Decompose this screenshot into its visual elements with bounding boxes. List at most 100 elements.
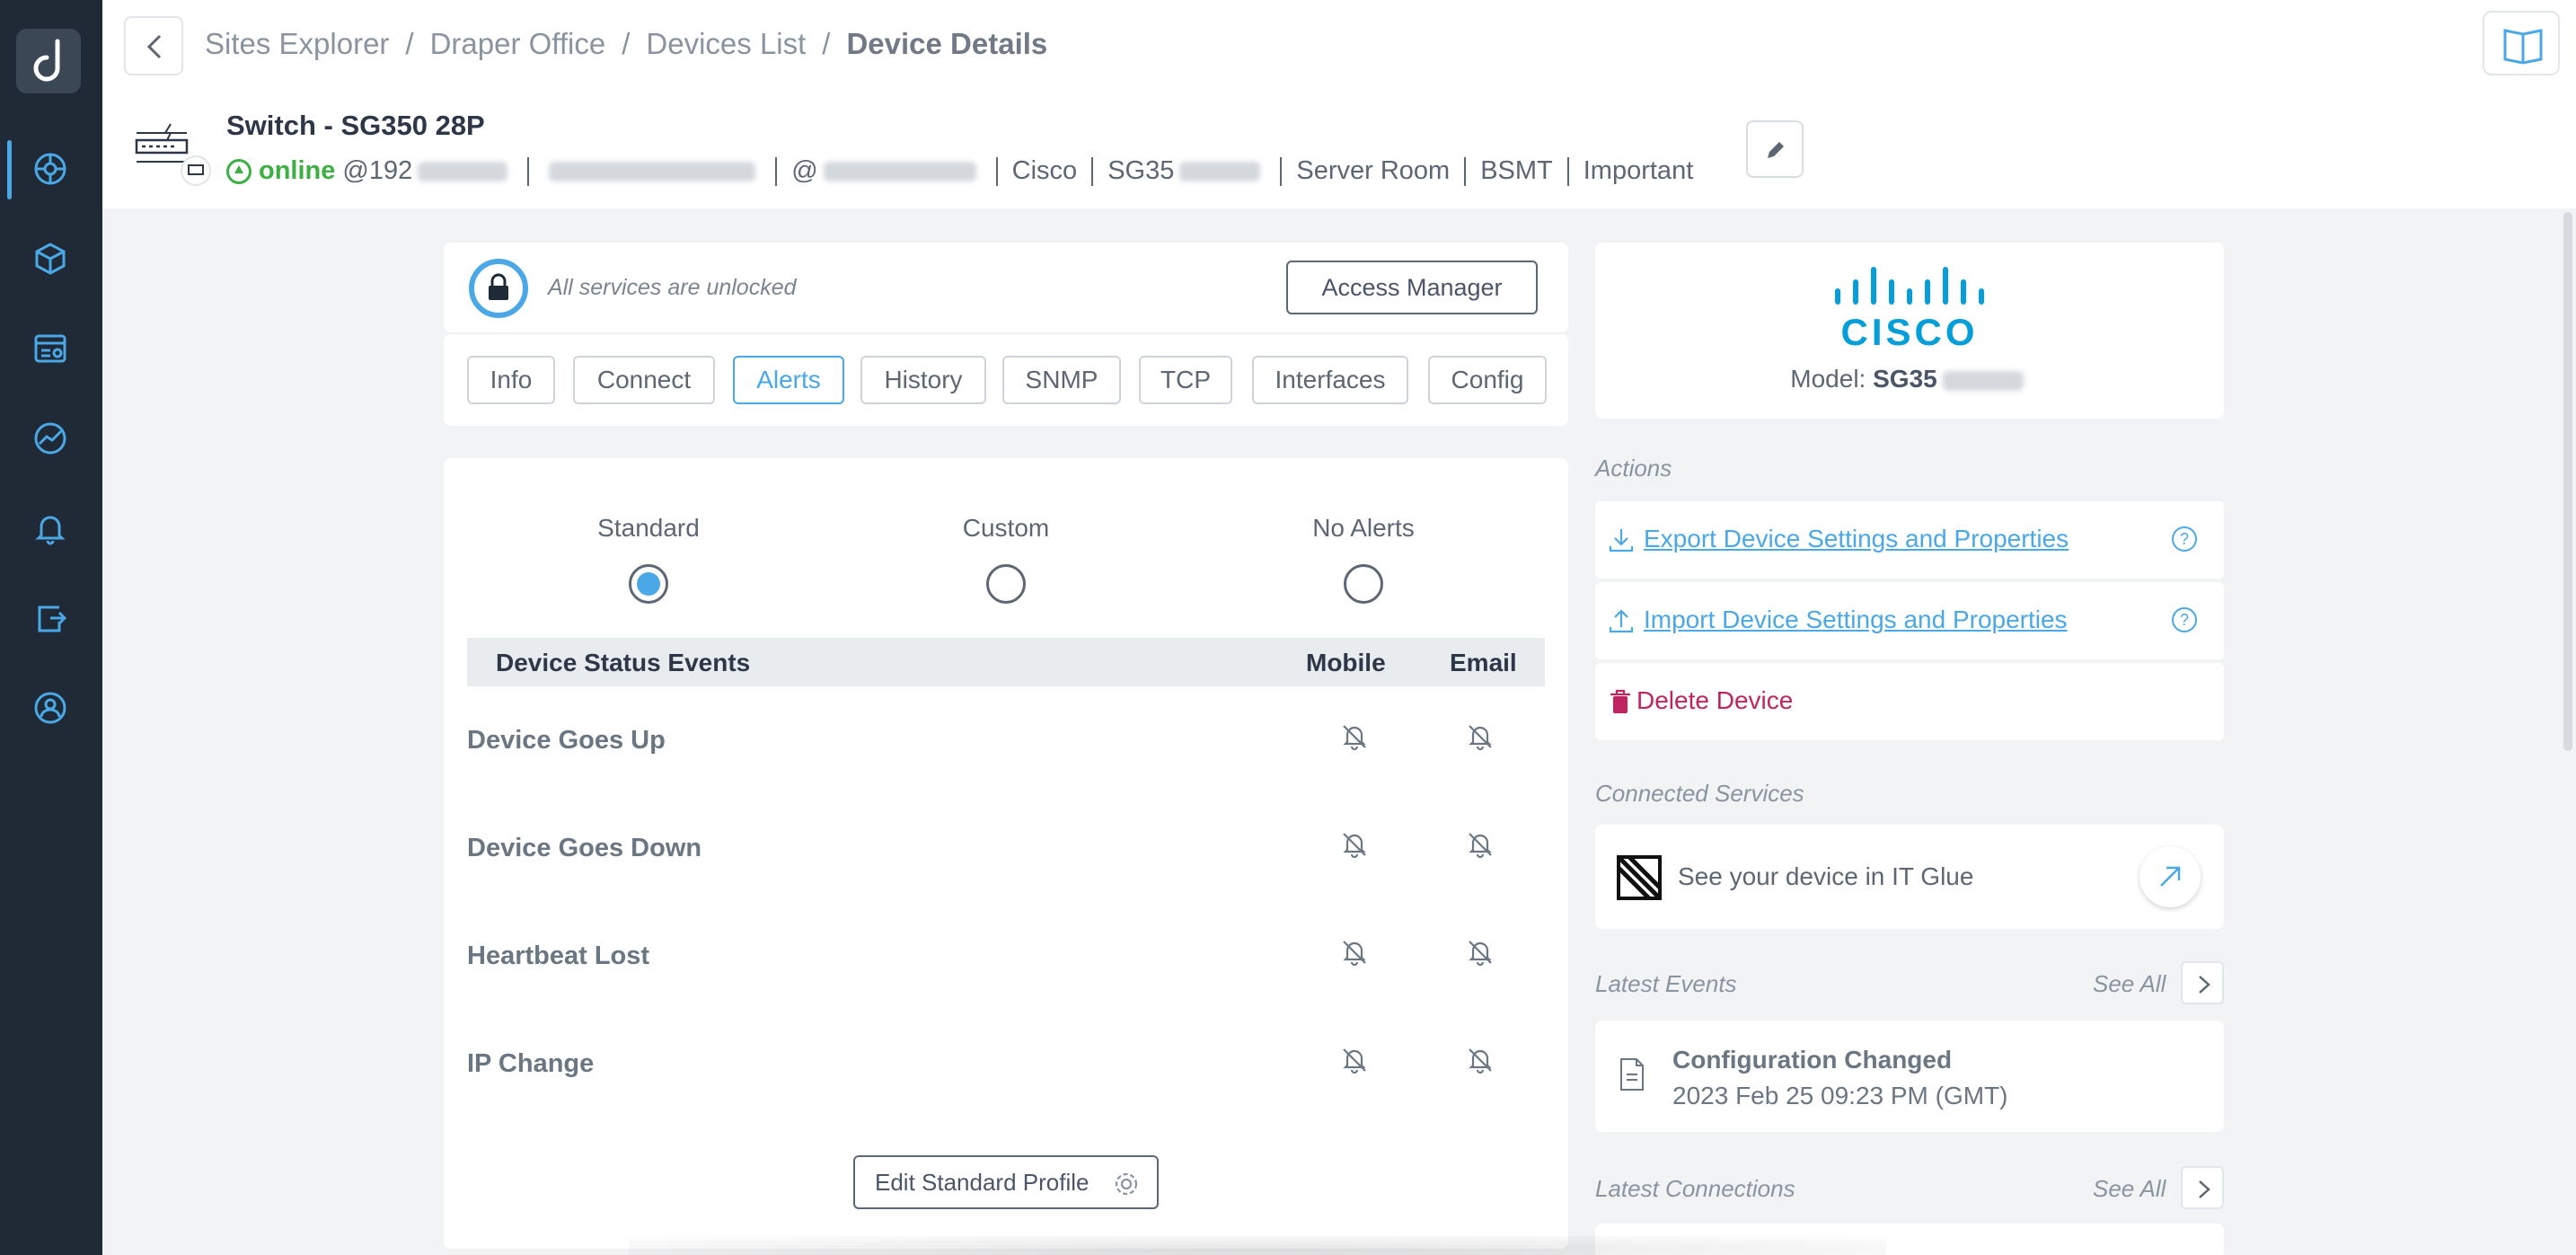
alerts-panel: Standard Custom No Alerts Device Status … xyxy=(444,458,1568,1249)
breadcrumb-devices-list[interactable]: Devices List xyxy=(646,27,806,60)
latest-events-title: Latest Events xyxy=(1595,970,1737,997)
meta-divider xyxy=(1280,156,1283,186)
meta-divider xyxy=(775,156,778,186)
export-settings-link[interactable]: Export Device Settings and Properties xyxy=(1644,525,2069,553)
tab-info[interactable]: Info xyxy=(467,356,555,404)
itglue-card[interactable]: See your device in IT Glue xyxy=(1595,825,2224,929)
gear-icon xyxy=(1115,1172,1138,1196)
nav-cube-icon[interactable] xyxy=(0,221,102,311)
device-vendor: Cisco xyxy=(1011,156,1078,185)
profile-standard-radio[interactable] xyxy=(629,564,668,604)
tab-interfaces[interactable]: Interfaces xyxy=(1252,356,1408,404)
edit-device-button[interactable] xyxy=(1746,120,1804,178)
nav-export-icon[interactable] xyxy=(0,580,102,670)
email-bell-off-icon[interactable] xyxy=(1466,1046,1495,1074)
email-bell-off-icon[interactable] xyxy=(1466,722,1495,751)
breadcrumb-separator: / xyxy=(622,27,631,60)
edit-standard-profile-button[interactable]: Edit Standard Profile xyxy=(853,1155,1159,1209)
lock-icon xyxy=(489,273,508,300)
cisco-logo: CISCO xyxy=(1835,267,1984,350)
breadcrumb-separator: / xyxy=(405,27,414,60)
mobile-bell-off-icon[interactable] xyxy=(1340,722,1369,751)
mobile-bell-off-icon[interactable] xyxy=(1340,1046,1369,1074)
chevron-right-icon xyxy=(2199,976,2210,994)
connections-next-button[interactable] xyxy=(2181,1166,2224,1209)
back-button[interactable] xyxy=(124,16,183,75)
tab-config[interactable]: Config xyxy=(1428,356,1547,404)
help-icon[interactable]: ? xyxy=(2172,607,2197,632)
nav-account-icon[interactable] xyxy=(0,670,102,760)
redacted-mac xyxy=(549,161,756,181)
device-floor: BSMT xyxy=(1480,156,1553,185)
device-title: Switch - SG350 28P xyxy=(226,110,485,141)
cisco-logo-text: CISCO xyxy=(1840,311,1978,350)
breadcrumb-sites-explorer[interactable]: Sites Explorer xyxy=(205,27,389,60)
connections-see-all-link[interactable]: See All xyxy=(2093,1175,2166,1203)
delete-device-row: Delete Device xyxy=(1595,663,2224,740)
nav-monitor-icon[interactable] xyxy=(0,401,102,491)
top-header: Sites Explorer / Draper Office / Devices Lis… xyxy=(102,0,2576,208)
table-row-label: Heartbeat Lost xyxy=(467,941,650,970)
table-row-label: Device Goes Down xyxy=(467,834,702,862)
breadcrumb-separator: / xyxy=(822,27,831,60)
tab-history[interactable]: History xyxy=(860,356,986,404)
left-nav xyxy=(0,0,102,1255)
page-scrollbar[interactable] xyxy=(2563,212,2572,751)
profile-custom-label: Custom xyxy=(962,514,1050,542)
book-icon xyxy=(2503,29,2543,65)
export-settings-row: Export Device Settings and Properties ? xyxy=(1595,501,2224,579)
itglue-text: See your device in IT Glue xyxy=(1678,862,1974,890)
vendor-card: CISCO Model: SG35 xyxy=(1595,243,2224,419)
download-icon xyxy=(1609,529,1634,552)
events-see-all-link[interactable]: See All xyxy=(2093,970,2166,998)
email-bell-off-icon[interactable] xyxy=(1466,830,1495,859)
latest-connections-title: Latest Connections xyxy=(1595,1175,1795,1202)
upload-icon xyxy=(1609,609,1634,633)
device-tabs: Info Connect Alerts History SNMP TCP Int… xyxy=(444,334,1568,426)
breadcrumb-draper-office[interactable]: Draper Office xyxy=(430,27,606,60)
tab-connect[interactable]: Connect xyxy=(573,356,715,404)
header-mobile: Mobile xyxy=(1306,649,1386,676)
event-title: Configuration Changed xyxy=(1672,1046,1953,1074)
mobile-bell-off-icon[interactable] xyxy=(1340,938,1369,967)
email-bell-off-icon[interactable] xyxy=(1466,938,1495,967)
latest-event-item[interactable]: Configuration Changed 2023 Feb 25 09:23 … xyxy=(1595,1021,2224,1132)
pencil-icon xyxy=(1768,142,1784,158)
events-next-button[interactable] xyxy=(2181,961,2224,1004)
edit-profile-label: Edit Standard Profile xyxy=(875,1169,1090,1196)
nav-sites-icon[interactable] xyxy=(0,131,102,221)
profile-custom-radio[interactable] xyxy=(986,564,1026,604)
event-time: 2023 Feb 25 09:23 PM (GMT) xyxy=(1672,1082,2008,1109)
nav-alerts-bell-icon[interactable] xyxy=(0,491,102,580)
mobile-bell-off-icon[interactable] xyxy=(1340,830,1369,859)
header-email: Email xyxy=(1450,649,1517,676)
open-itglue-button[interactable] xyxy=(2139,846,2201,907)
model-line: Model: SG35 xyxy=(1595,365,2224,393)
nav-dashboard-icon[interactable] xyxy=(0,311,102,401)
app-logo[interactable] xyxy=(16,29,81,93)
device-location: Server Room xyxy=(1296,156,1451,185)
device-model: SG35 xyxy=(1107,156,1175,185)
bottom-shadow xyxy=(629,1236,1886,1255)
profile-no-alerts-radio[interactable] xyxy=(1344,564,1383,604)
help-icon[interactable]: ? xyxy=(2172,526,2197,552)
arrow-up-right-icon xyxy=(2160,866,2181,887)
header-events: Device Status Events xyxy=(496,649,751,676)
meta-divider xyxy=(1566,156,1569,186)
model-value: SG35 xyxy=(1873,365,1937,393)
model-label: Model: xyxy=(1790,365,1866,393)
tab-tcp[interactable]: TCP xyxy=(1139,356,1232,404)
services-unlocked-text: All services are unlocked xyxy=(548,275,797,300)
services-lock-card: All services are unlocked Access Manager xyxy=(444,243,1568,332)
docs-button[interactable] xyxy=(2483,11,2560,75)
chevron-right-icon xyxy=(2199,1180,2210,1198)
device-tag: Important xyxy=(1583,156,1694,185)
delete-device-link[interactable]: Delete Device xyxy=(1636,686,1793,715)
tab-snmp[interactable]: SNMP xyxy=(1002,356,1121,404)
access-manager-button[interactable]: Access Manager xyxy=(1286,261,1538,314)
itglue-logo-icon xyxy=(1617,855,1662,900)
device-at: @ xyxy=(791,156,818,185)
profile-standard-label: Standard xyxy=(597,514,700,542)
tab-alerts[interactable]: Alerts xyxy=(733,356,844,404)
import-settings-link[interactable]: Import Device Settings and Properties xyxy=(1644,605,2068,634)
